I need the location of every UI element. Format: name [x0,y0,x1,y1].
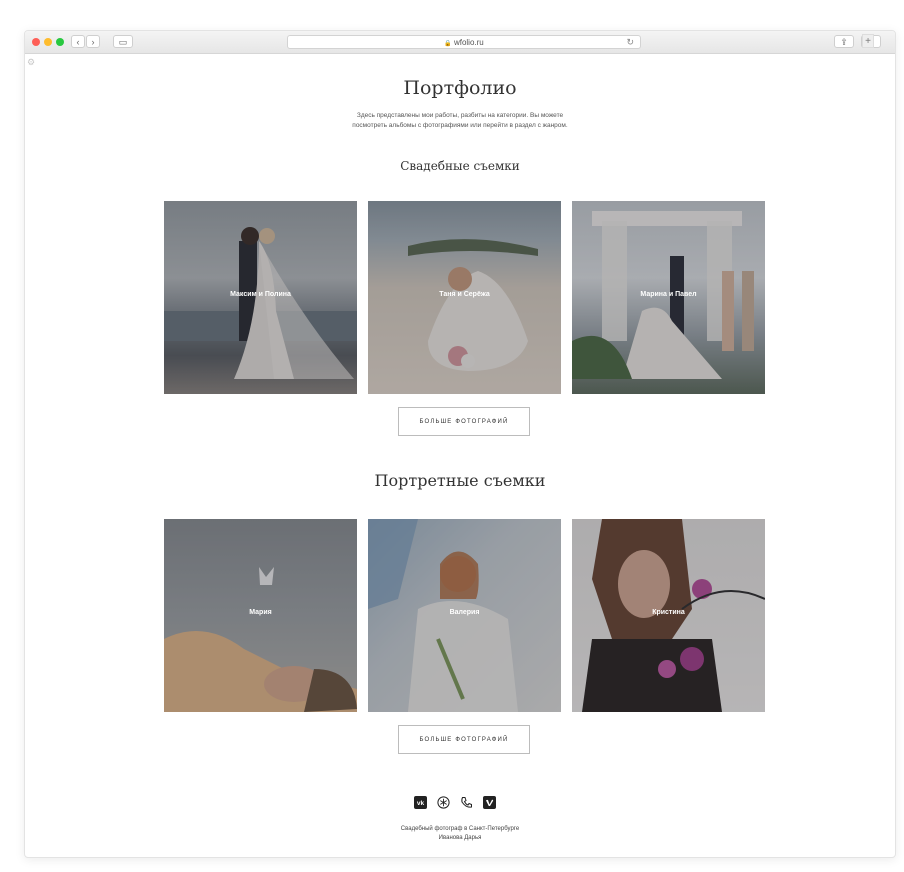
sidebar-button[interactable]: ▭ [113,35,133,48]
back-button[interactable]: ‹ [71,35,85,48]
album-card-marina-pavel[interactable]: Марина и Павел [572,201,765,394]
album-card-maksim-polina[interactable]: Максим и Полина [164,201,357,394]
forward-button[interactable]: › [86,35,100,48]
album-card-valeriya[interactable]: Валерия [368,519,561,712]
phone-icon[interactable] [460,796,473,809]
chevron-right-icon: › [91,37,95,47]
share-icon: ⇪ [840,37,848,47]
page-title: Портфолио [403,77,517,99]
flower-icon[interactable] [437,796,450,809]
more-photos-button-wedding[interactable]: БОЛЬШЕ ФОТОГРАФИЙ [398,407,530,436]
section-title-portrait: Портретные съемки [374,471,546,490]
vk-icon[interactable]: vk [414,796,427,809]
section-title-wedding: Свадебные съемки [400,159,520,173]
share-button[interactable]: ⇪ [834,35,854,48]
album-card-kristina[interactable]: Кристина [572,519,765,712]
plus-icon: + [865,36,871,47]
address-bar[interactable]: 🔒 wfolio.ru ↻ [287,35,641,49]
album-label: Марина и Павел [640,291,697,298]
intro-line-1: Здесь представлены мои работы, разбиты н… [356,112,564,119]
url-text: wfolio.ru [453,38,484,47]
vimeo-icon[interactable] [483,796,496,809]
album-card-mariya[interactable]: Мария [164,519,357,712]
album-label: Максим и Полина [230,291,291,298]
browser-window: ‹ › ▭ 🔒 wfolio.ru ↻ ⇪ ⧉ ⚙ Портфолио Здес… [24,30,896,858]
album-label: Кристина [652,609,685,616]
intro-line-2: посмотреть альбомы с фотографиями или пе… [352,122,568,129]
album-label: Мария [249,609,272,616]
svg-text:vk: vk [417,800,425,807]
more-photos-button-portrait[interactable]: БОЛЬШЕ ФОТОГРАФИЙ [398,725,530,754]
reload-icon[interactable]: ↻ [626,36,634,49]
sidebar-icon: ▭ [118,37,128,47]
chevron-left-icon: ‹ [76,37,80,47]
gear-icon[interactable]: ⚙ [27,57,35,68]
footer-name: Иванова Дарья [438,835,482,841]
minimize-window-button[interactable] [44,38,52,46]
intro-text: Здесь представлены мои работы, разбиты н… [310,111,610,131]
lock-icon: 🔒 [444,41,452,47]
close-window-button[interactable] [32,38,40,46]
browser-toolbar: ‹ › ▭ 🔒 wfolio.ru ↻ ⇪ ⧉ [25,31,895,54]
new-tab-button[interactable]: + [862,34,874,48]
footer-tagline: Свадебный фотограф в Санкт-Петербурге [400,826,520,832]
album-label: Таня и Серёжа [439,291,490,298]
album-card-tanya-serezha[interactable]: Таня и Серёжа [368,201,561,394]
album-label: Валерия [449,609,480,616]
zoom-window-button[interactable] [56,38,64,46]
